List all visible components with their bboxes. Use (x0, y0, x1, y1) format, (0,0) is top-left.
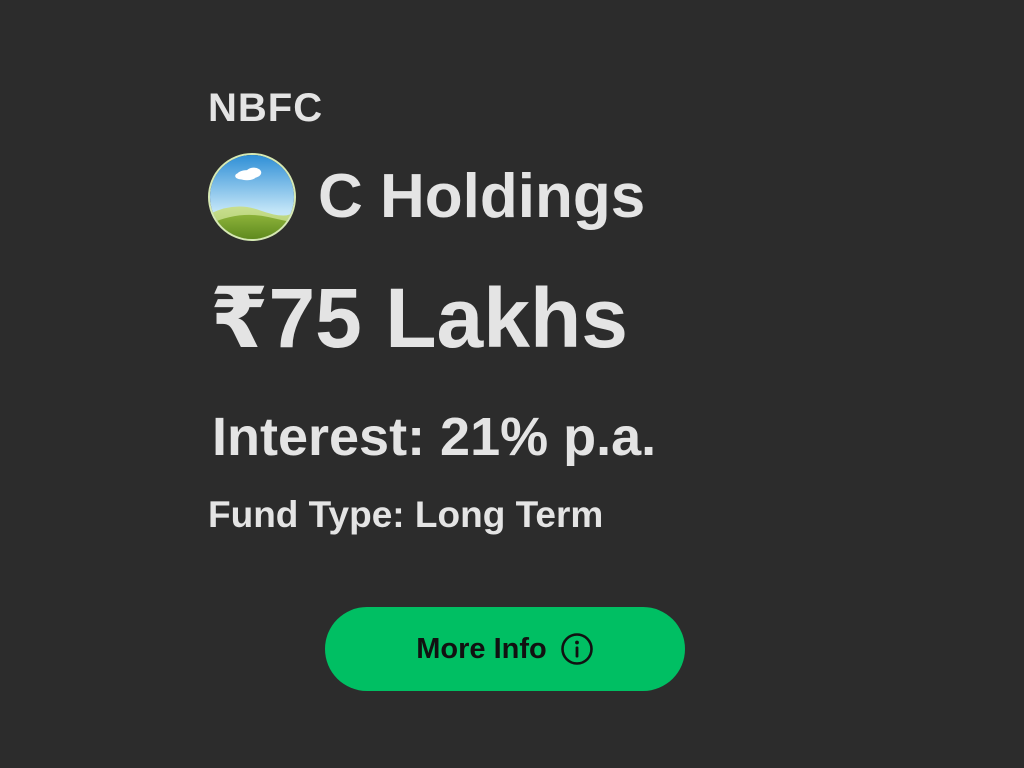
amount-value: ₹75 Lakhs (210, 271, 628, 365)
more-info-button[interactable]: More Info (325, 607, 685, 691)
category-label: NBFC (208, 86, 324, 130)
company-avatar (208, 153, 296, 241)
company-name: C Holdings (318, 162, 646, 231)
info-circle-icon (560, 632, 594, 666)
landscape-placeholder-icon (210, 155, 294, 239)
interest-rate: Interest: 21% p.a. (212, 407, 657, 467)
fund-type: Fund Type: Long Term (208, 494, 604, 535)
more-info-label: More Info (416, 632, 547, 665)
company-row: C Holdings (208, 152, 645, 242)
funding-card: NBFC C Holdings ₹75 Lakhs Interest: 21% … (0, 0, 1024, 768)
